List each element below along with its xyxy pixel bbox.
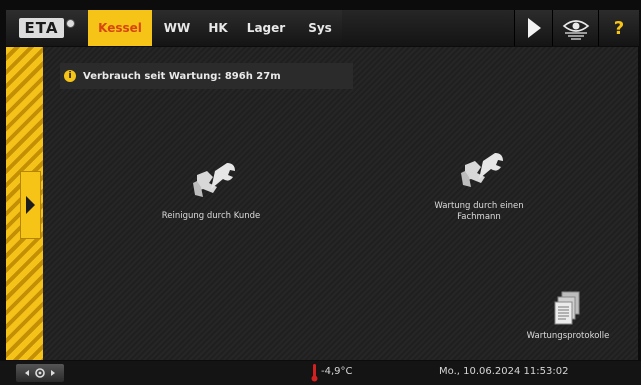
- help-button[interactable]: ?: [598, 10, 639, 46]
- help-icon: ?: [613, 17, 625, 39]
- top-navigation-bar: ETA Kessel WW HK Lager Sys ?: [6, 10, 639, 46]
- settings-menu-icon: [25, 368, 55, 378]
- eta-logo: ETA: [6, 10, 89, 46]
- wrench-hand-icon: [461, 153, 503, 187]
- eye-view-icon: [562, 20, 590, 40]
- expert-service-label: Wartung durch einen Fachmann: [434, 201, 524, 222]
- menu-button[interactable]: [16, 364, 64, 382]
- maintenance-panel: i Verbrauch seit Wartung: 896h 27m Reini…: [43, 47, 638, 360]
- info-icon: i: [64, 70, 76, 82]
- service-logs-button[interactable]: Wartungsprotokolle: [498, 291, 638, 342]
- documents-icon: [554, 291, 580, 325]
- tab-ww[interactable]: WW: [152, 10, 203, 46]
- outdoor-temperature: -4,9°C: [321, 366, 353, 377]
- logo-dot: [66, 18, 76, 28]
- play-icon: [527, 18, 541, 38]
- customer-cleaning-label: Reinigung durch Kunde: [161, 211, 261, 221]
- customer-cleaning-button[interactable]: Reinigung durch Kunde: [136, 161, 286, 222]
- tab-lager[interactable]: Lager: [234, 10, 299, 46]
- date-time: Mo., 10.06.2024 11:53:02: [439, 366, 569, 377]
- usage-since-service: Verbrauch seit Wartung: 896h 27m: [83, 70, 281, 82]
- tab-bar-fill: [342, 10, 514, 46]
- info-bar: i Verbrauch seit Wartung: 896h 27m: [60, 63, 353, 89]
- tab-hk[interactable]: HK: [202, 10, 235, 46]
- thermometer-icon: [311, 364, 318, 382]
- service-logs-label: Wartungsprotokolle: [526, 331, 610, 341]
- tab-sys[interactable]: Sys: [298, 10, 343, 46]
- expand-arrow-icon: [26, 196, 35, 214]
- logo-text: ETA: [18, 18, 65, 38]
- tab-kessel[interactable]: Kessel: [88, 10, 153, 46]
- expert-service-button[interactable]: Wartung durch einen Fachmann: [399, 151, 559, 223]
- view-toggle-button[interactable]: [552, 10, 599, 46]
- wrench-hand-icon: [193, 163, 235, 197]
- side-panel-toggle[interactable]: [20, 171, 41, 239]
- play-button[interactable]: [514, 10, 553, 46]
